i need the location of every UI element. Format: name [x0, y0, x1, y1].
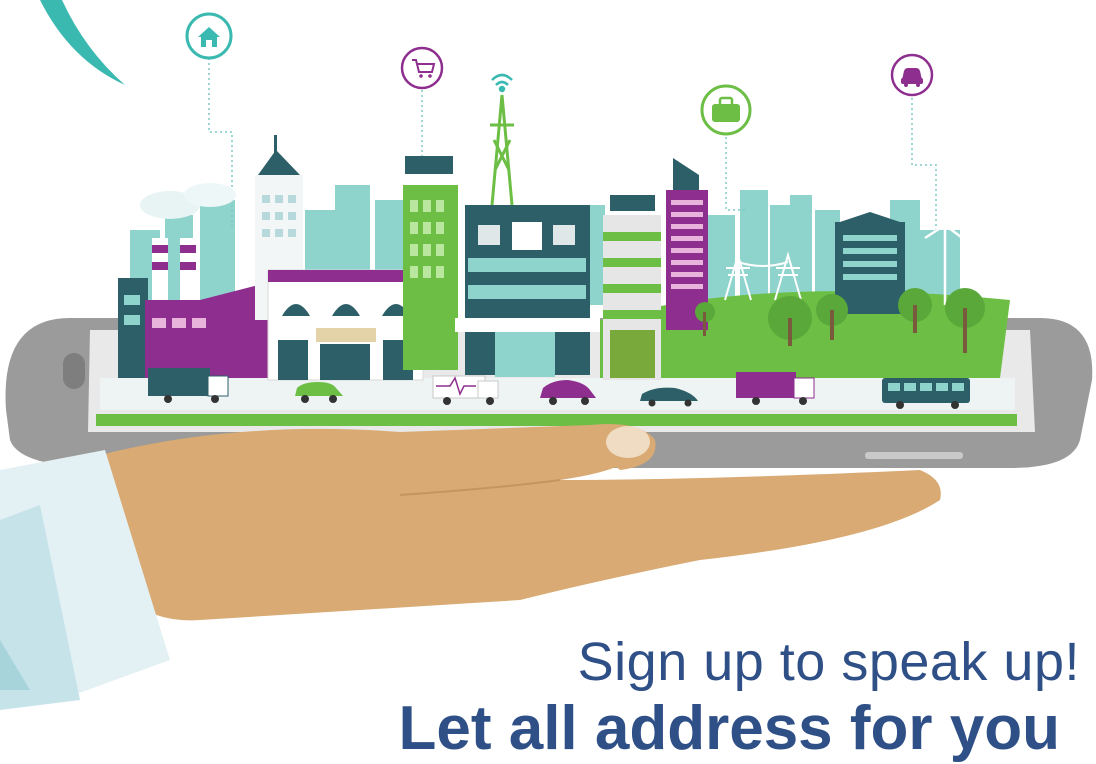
decorative-swoosh — [40, 0, 125, 85]
car-icon — [890, 53, 934, 97]
home-icon — [185, 12, 233, 60]
briefcase-icon — [700, 84, 752, 136]
factory — [118, 183, 270, 378]
terraced-building — [603, 195, 661, 380]
shop-building — [267, 269, 424, 381]
cell-tower — [490, 94, 514, 206]
smart-city-illustration — [0, 0, 1093, 710]
headline: Sign up to speak up! — [577, 632, 1080, 692]
tablet-speaker — [865, 452, 963, 459]
green-building — [403, 156, 458, 370]
grass-strip — [96, 414, 1017, 426]
ambulance — [432, 375, 486, 399]
office-building — [455, 205, 600, 377]
wifi-icon — [491, 73, 513, 93]
truck-purple — [736, 372, 796, 398]
truck-teal — [148, 368, 210, 396]
tablet-home-button — [63, 353, 85, 389]
right-office — [835, 212, 905, 314]
shopping-cart-icon — [400, 46, 444, 90]
subline: Let all address for you — [398, 694, 1060, 763]
